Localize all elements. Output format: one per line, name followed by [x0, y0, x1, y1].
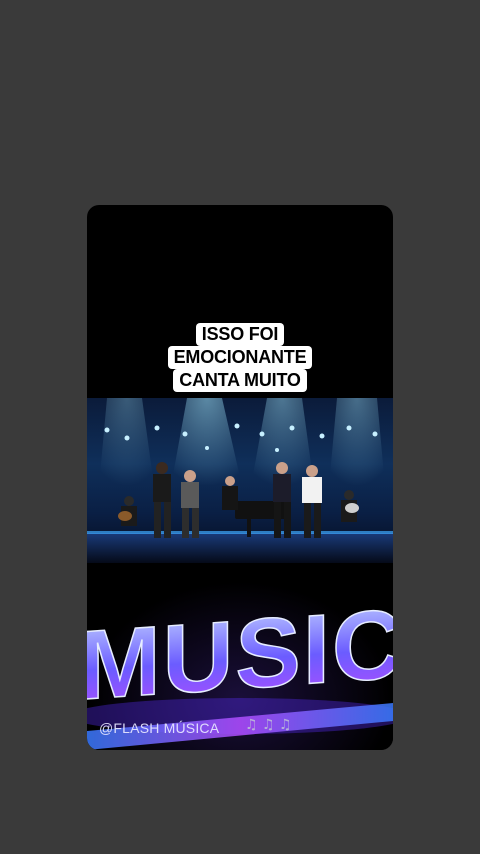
concert-stage-video-frame: [87, 398, 393, 563]
music-notes-icon: ♫ ♫ ♫: [245, 717, 292, 733]
caption-line-1: ISSO FOI: [195, 323, 285, 346]
light-beam: [327, 398, 387, 508]
light-beam: [97, 398, 157, 508]
caption-line-3: CANTA MUITO: [173, 369, 307, 392]
video-card[interactable]: ISSO FOI EMOCIONANTE CANTA MUITO MUSIC @…: [87, 205, 393, 750]
caption-line-2: EMOCIONANTE: [167, 346, 313, 369]
caption-overlay: ISSO FOI EMOCIONANTE CANTA MUITO: [87, 323, 393, 392]
music-sign-text: MUSIC: [87, 588, 393, 721]
watermark-handle: @FLASH MÚSICA: [99, 720, 220, 736]
